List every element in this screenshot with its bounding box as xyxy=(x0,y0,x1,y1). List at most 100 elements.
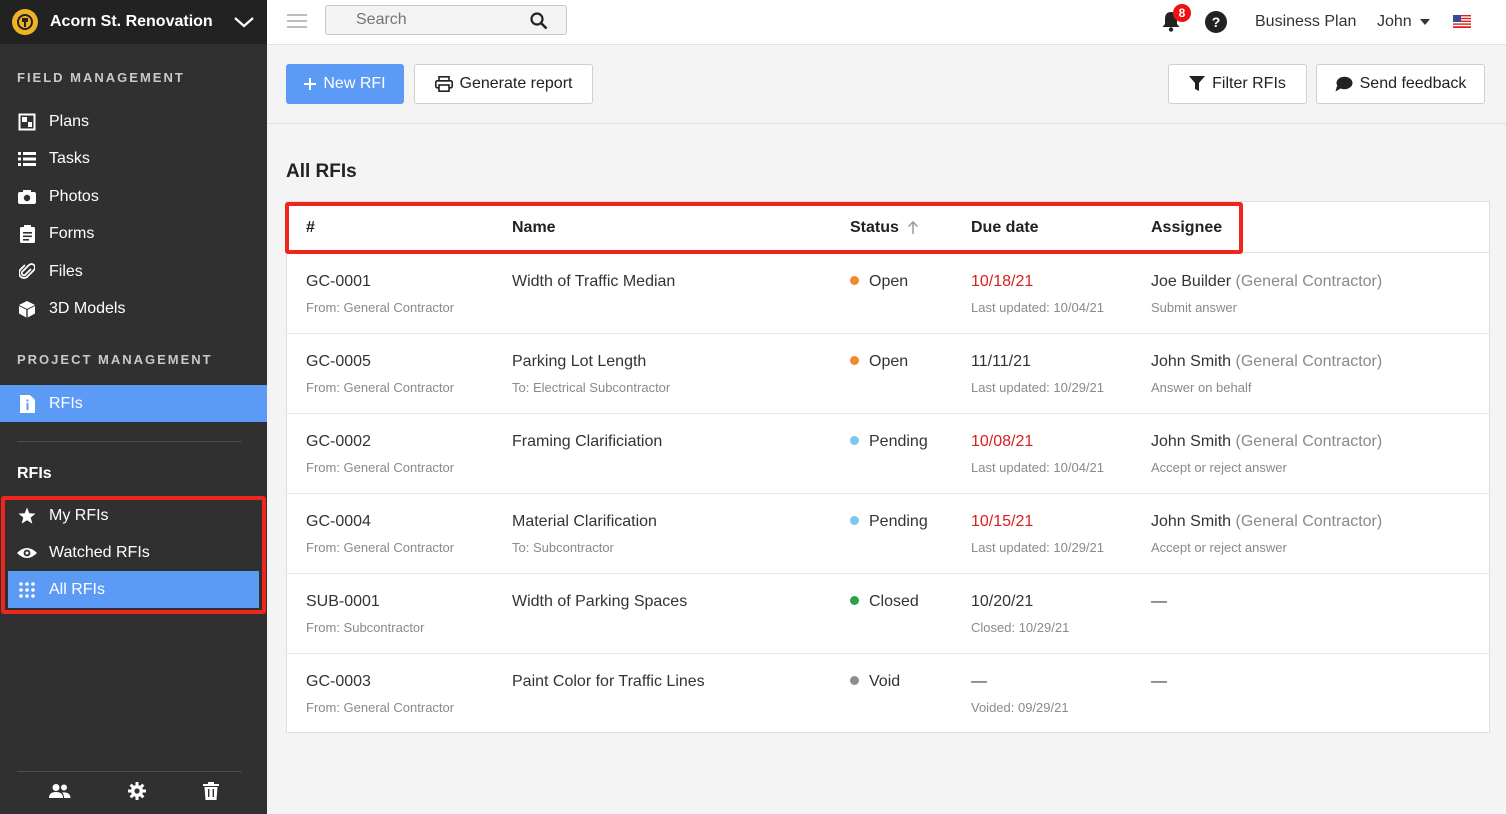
status-badge: Open xyxy=(869,353,909,370)
project-switcher[interactable]: Acorn St. Renovation xyxy=(0,0,267,44)
sidebar-item-forms[interactable]: Forms xyxy=(0,215,267,252)
tasks-icon xyxy=(17,149,37,169)
filter-rfis-button[interactable]: Filter RFIs xyxy=(1168,64,1307,104)
rfi-id[interactable]: SUB-0001 xyxy=(306,593,425,611)
rfi-id[interactable]: GC-0002 xyxy=(306,433,454,451)
trash-icon[interactable] xyxy=(202,781,219,805)
rfi-assignee-cell: John Smith (General Contractor) Answer on… xyxy=(1151,353,1382,395)
rfi-name[interactable]: Parking Lot Length xyxy=(512,353,670,371)
generate-report-button[interactable]: Generate report xyxy=(414,64,593,104)
due-date-sub: Last updated: 10/29/21 xyxy=(971,540,1105,555)
chevron-down-icon xyxy=(234,17,254,28)
assignee-action[interactable]: Submit answer xyxy=(1151,300,1382,315)
rfi-from: From: General Contractor xyxy=(306,380,455,395)
rfi-name-cell: Material Clarification To: Subcontractor xyxy=(512,513,657,555)
page-title: All RFIs xyxy=(286,161,357,182)
sidebar-item-label: 3D Models xyxy=(49,299,126,317)
printer-icon xyxy=(434,76,453,92)
due-date-sub: Last updated: 10/04/21 xyxy=(971,300,1105,315)
paperclip-icon xyxy=(17,262,37,282)
rfi-from: From: Subcontractor xyxy=(306,620,425,635)
users-icon[interactable] xyxy=(48,783,71,804)
sidebar-item-rfis[interactable]: RFIs xyxy=(0,385,267,422)
us-flag-icon[interactable] xyxy=(1453,15,1471,28)
rfi-due-cell: — Voided: 09/29/21 xyxy=(971,673,1069,715)
rfi-assignee-cell: John Smith (General Contractor) Accept or… xyxy=(1151,513,1382,555)
rfi-name[interactable]: Material Clarification xyxy=(512,513,657,531)
rfi-name[interactable]: Width of Parking Spaces xyxy=(512,593,687,611)
rfi-name-cell: Parking Lot Length To: Electrical Subcont… xyxy=(512,353,670,395)
assignee-name: — xyxy=(1151,673,1167,690)
hamburger-menu-icon[interactable] xyxy=(287,14,307,28)
table-row[interactable]: GC-0001 From: General Contractor Width of … xyxy=(287,254,1489,334)
rfi-name[interactable]: Framing Clarificiation xyxy=(512,433,662,451)
assignee-action[interactable]: Answer on behalf xyxy=(1151,380,1382,395)
due-date-sub: Last updated: 10/04/21 xyxy=(971,460,1105,475)
sidebar-item-files[interactable]: Files xyxy=(0,253,267,290)
rfi-id[interactable]: GC-0005 xyxy=(306,353,454,371)
status-dot-icon xyxy=(850,596,859,606)
due-date-sub: Voided: 09/29/21 xyxy=(971,700,1069,715)
table-row[interactable]: GC-0005 From: General Contractor Parking L… xyxy=(287,334,1489,414)
rfi-id-cell: GC-0005 From: General Contractor xyxy=(306,353,454,395)
rfi-id[interactable]: GC-0004 xyxy=(306,513,454,531)
sidebar-item-photos[interactable]: Photos xyxy=(0,178,267,215)
assignee-org: (General Contractor) xyxy=(1231,433,1383,450)
rfi-id-cell: GC-0002 From: General Contractor xyxy=(306,433,454,475)
gear-icon[interactable] xyxy=(127,781,146,805)
rfi-id-cell: GC-0004 From: General Contractor xyxy=(306,513,454,555)
status-badge: Pending xyxy=(869,433,928,450)
assignee-action[interactable]: Accept or reject answer xyxy=(1151,460,1382,475)
rfi-id[interactable]: GC-0003 xyxy=(306,673,454,691)
rfi-table: # Name Status Due date Assignee GC-0001 F… xyxy=(285,201,1490,734)
rfi-id-cell: SUB-0001 From: Subcontractor xyxy=(306,593,425,635)
rfi-status-cell: Pending xyxy=(850,433,928,451)
table-row[interactable]: GC-0004 From: General Contractor Material … xyxy=(287,494,1489,574)
notification-badge: 8 xyxy=(1173,4,1191,22)
plans-icon xyxy=(17,112,37,132)
status-badge: Closed xyxy=(869,593,919,610)
assignee-name: John Smith xyxy=(1151,513,1232,530)
table-row[interactable]: GC-0003 From: General Contractor Paint Col… xyxy=(287,654,1489,734)
highlight-box-table-header xyxy=(285,202,1243,254)
status-dot-icon xyxy=(850,676,859,686)
rfi-name-cell: Width of Parking Spaces xyxy=(512,593,687,620)
new-rfi-button[interactable]: New RFI xyxy=(286,64,404,104)
rfi-id[interactable]: GC-0001 xyxy=(306,273,454,291)
field-management-label: FIELD MANAGEMENT xyxy=(17,70,185,85)
assignee-name: John Smith xyxy=(1151,353,1232,370)
caret-down-icon xyxy=(1419,19,1430,25)
project-management-label: PROJECT MANAGEMENT xyxy=(17,352,213,367)
user-menu[interactable]: John xyxy=(1377,13,1430,31)
due-date-sub: Last updated: 10/29/21 xyxy=(971,380,1105,395)
table-row[interactable]: SUB-0001 From: Subcontractor Width of Park… xyxy=(287,574,1489,654)
table-row[interactable]: GC-0002 From: General Contractor Framing C… xyxy=(287,414,1489,494)
assignee-action[interactable]: Accept or reject answer xyxy=(1151,540,1382,555)
rfi-name[interactable]: Width of Traffic Median xyxy=(512,273,675,291)
sidebar-item-label: Forms xyxy=(49,224,95,242)
sidebar-item-plans[interactable]: Plans xyxy=(0,103,267,140)
rfi-name[interactable]: Paint Color for Traffic Lines xyxy=(512,673,705,691)
rfis-heading: RFIs xyxy=(17,465,52,482)
camera-icon xyxy=(17,187,37,207)
business-plan-link[interactable]: Business Plan xyxy=(1255,13,1356,31)
due-date: 10/18/21 xyxy=(971,273,1034,290)
rfi-from: From: General Contractor xyxy=(306,460,455,475)
due-date: — xyxy=(971,673,987,690)
rfi-status-cell: Void xyxy=(850,673,900,691)
assignee-org: (General Contractor) xyxy=(1231,353,1383,370)
sidebar-item-tasks[interactable]: Tasks xyxy=(0,140,267,177)
project-logo-icon xyxy=(12,9,38,35)
sidebar-item-3d-models[interactable]: 3D Models xyxy=(0,290,267,327)
assignee-org: (General Contractor) xyxy=(1231,513,1383,530)
rfi-status-cell: Open xyxy=(850,273,908,291)
rfi-id-cell: GC-0003 From: General Contractor xyxy=(306,673,454,715)
sidebar-item-label: Tasks xyxy=(49,149,90,167)
rfi-status-cell: Open xyxy=(850,353,908,371)
assignee-name: Joe Builder xyxy=(1151,273,1232,290)
send-feedback-button[interactable]: Send feedback xyxy=(1316,64,1485,104)
search-icon[interactable] xyxy=(530,12,548,30)
status-dot-icon xyxy=(850,436,859,446)
assignee-name: John Smith xyxy=(1151,433,1232,450)
help-icon[interactable]: ? xyxy=(1205,11,1227,33)
